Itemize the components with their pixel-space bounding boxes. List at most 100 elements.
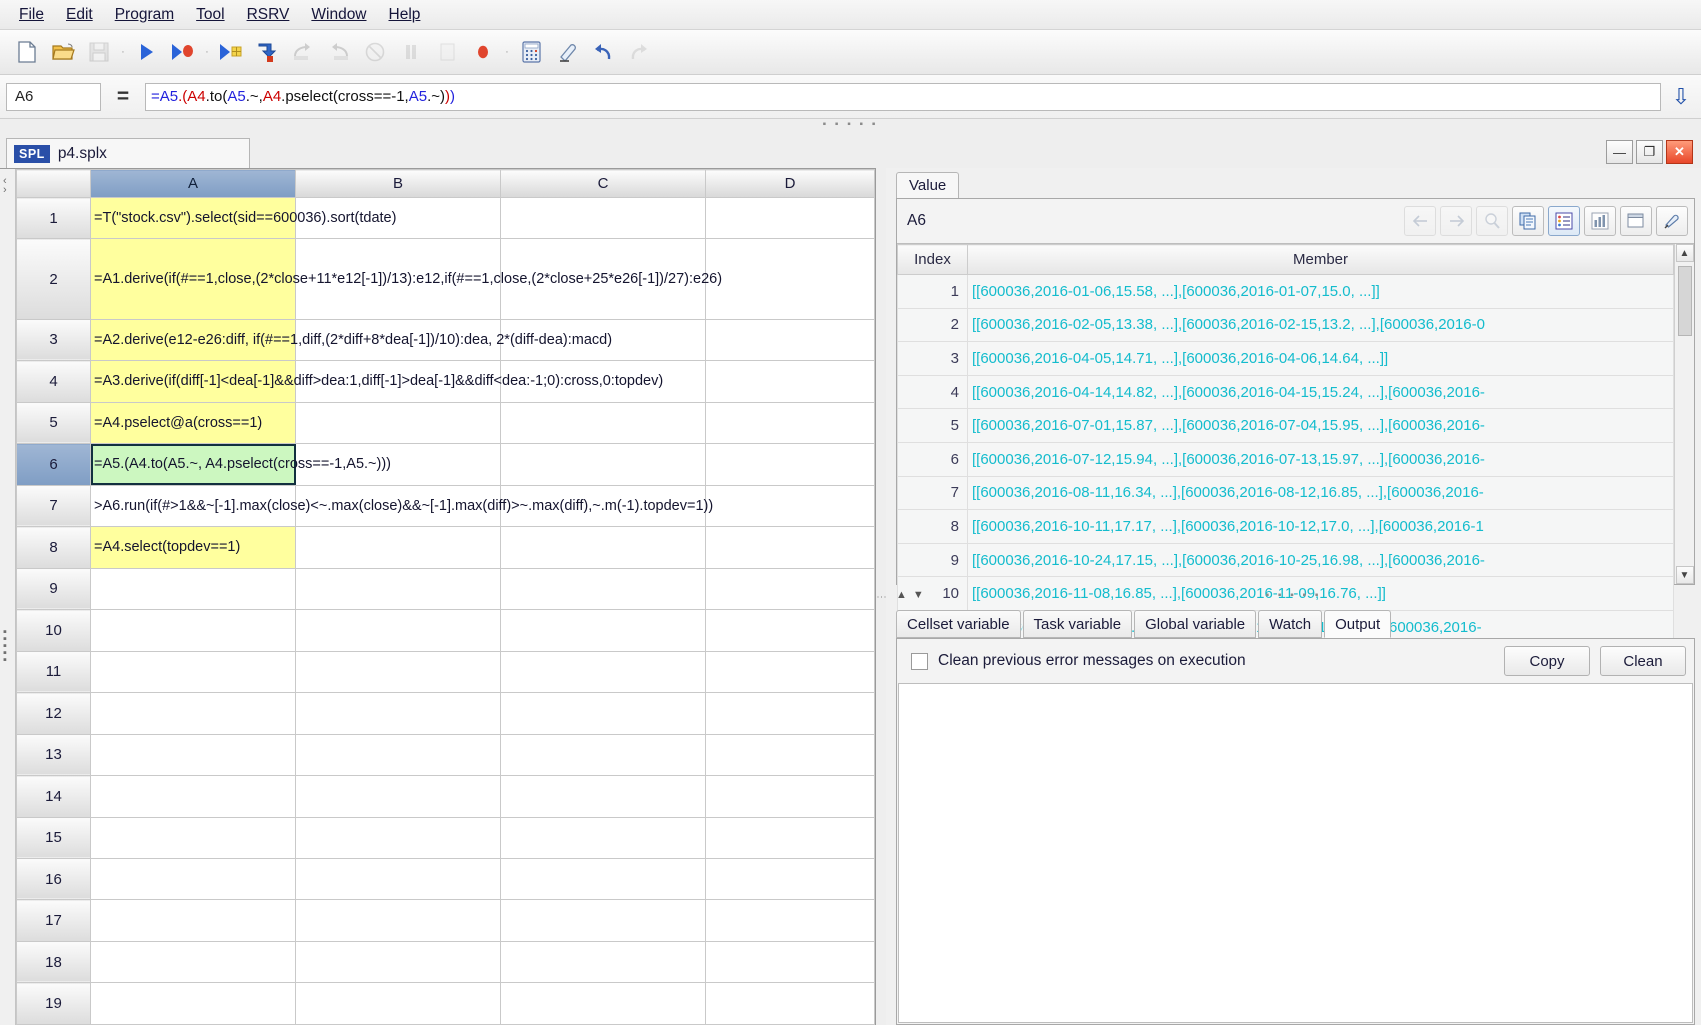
- restore-button[interactable]: ❐: [1636, 140, 1663, 164]
- vertical-splitter[interactable]: ⋮: [876, 168, 886, 1025]
- cell-a13[interactable]: [91, 734, 296, 775]
- cell-d4[interactable]: [706, 361, 875, 402]
- cell-a2[interactable]: =A1.derive(if(#==1,close,(2*close+11*e12…: [91, 239, 296, 319]
- cell-c13[interactable]: [501, 734, 706, 775]
- list-item[interactable]: 7[[600036,2016-08-11,16.34, ...],[600036…: [898, 476, 1674, 510]
- cell-d3[interactable]: [706, 319, 875, 360]
- cell-a4[interactable]: =A3.derive(if(diff[-1]<dea[-1]&&diff>dea…: [91, 361, 296, 402]
- open-folder-icon[interactable]: [46, 35, 80, 69]
- cell-c6[interactable]: [501, 444, 706, 485]
- tab-value[interactable]: Value: [896, 172, 959, 198]
- cell-a7[interactable]: >A6.run(if(#>1&&~[-1].max(close)<~.max(c…: [91, 485, 296, 526]
- execute-to-cursor-icon[interactable]: [250, 35, 284, 69]
- cell-b15[interactable]: [296, 817, 501, 858]
- row-header-14[interactable]: 14: [17, 776, 91, 817]
- cell-d18[interactable]: [706, 941, 875, 982]
- menu-file[interactable]: File: [8, 3, 55, 27]
- cell-a3[interactable]: =A2.derive(e12-e26:diff, if(#==1,diff,(2…: [91, 319, 296, 360]
- row-header-2[interactable]: 2: [17, 239, 91, 319]
- chart-icon[interactable]: [1584, 206, 1616, 236]
- list-item[interactable]: 8[[600036,2016-10-11,17.17, ...],[600036…: [898, 510, 1674, 544]
- minimize-button[interactable]: —: [1606, 140, 1633, 164]
- cell-a1[interactable]: =T("stock.csv").select(sid==600036).sort…: [91, 198, 296, 239]
- row-header-5[interactable]: 5: [17, 402, 91, 443]
- list-item[interactable]: 6[[600036,2016-07-12,15.94, ...],[600036…: [898, 442, 1674, 476]
- breakpoint-icon[interactable]: [466, 35, 500, 69]
- column-header-c[interactable]: C: [501, 170, 706, 198]
- row-header-16[interactable]: 16: [17, 858, 91, 899]
- row-header-9[interactable]: 9: [17, 568, 91, 609]
- cell-d6[interactable]: [706, 444, 875, 485]
- scroll-up-icon[interactable]: ▲: [1676, 244, 1694, 262]
- cell-d17[interactable]: [706, 900, 875, 941]
- row-header-4[interactable]: 4: [17, 361, 91, 402]
- tab-task-variable[interactable]: Task variable: [1023, 610, 1133, 638]
- cell-b9[interactable]: [296, 568, 501, 609]
- gutter-handle-mid[interactable]: ▪▪▪▪▪: [3, 629, 7, 664]
- step-icon[interactable]: [214, 35, 248, 69]
- cell-a17[interactable]: [91, 900, 296, 941]
- clean-button[interactable]: Clean: [1600, 646, 1686, 676]
- cell-a14[interactable]: [91, 776, 296, 817]
- cell-a10[interactable]: [91, 610, 296, 651]
- cell-a19[interactable]: [91, 983, 296, 1025]
- row-header-3[interactable]: 3: [17, 319, 91, 360]
- document-tab[interactable]: SPL p4.splx: [6, 138, 250, 168]
- cell-c18[interactable]: [501, 941, 706, 982]
- cell-d7[interactable]: [706, 485, 875, 526]
- cell-d16[interactable]: [706, 858, 875, 899]
- cell-d19[interactable]: [706, 983, 875, 1025]
- tab-cellset-variable[interactable]: Cellset variable: [896, 610, 1021, 638]
- cell-c17[interactable]: [501, 900, 706, 941]
- cell-d11[interactable]: [706, 651, 875, 692]
- cell-d14[interactable]: [706, 776, 875, 817]
- formula-input[interactable]: =A5.(A4.to(A5.~, A4.pselect(cross==-1,A5…: [145, 83, 1661, 111]
- cell-d8[interactable]: [706, 527, 875, 568]
- cell-c11[interactable]: [501, 651, 706, 692]
- cell-b19[interactable]: [296, 983, 501, 1025]
- list-item[interactable]: 9[[600036,2016-10-24,17.15, ...],[600036…: [898, 543, 1674, 577]
- cell-b13[interactable]: [296, 734, 501, 775]
- scroll-thumb[interactable]: [1678, 266, 1692, 336]
- debug-icon[interactable]: [166, 35, 200, 69]
- list-item[interactable]: 5[[600036,2016-07-01,15.87, ...],[600036…: [898, 409, 1674, 443]
- window-icon[interactable]: [1620, 206, 1652, 236]
- tab-output[interactable]: Output: [1324, 610, 1391, 638]
- cell-d9[interactable]: [706, 568, 875, 609]
- cell-d10[interactable]: [706, 610, 875, 651]
- row-header-15[interactable]: 15: [17, 817, 91, 858]
- cell-c9[interactable]: [501, 568, 706, 609]
- eraser-icon[interactable]: [550, 35, 584, 69]
- cell-c19[interactable]: [501, 983, 706, 1025]
- list-view-icon[interactable]: [1548, 206, 1580, 236]
- horizontal-splitter[interactable]: ▪ ▪ ▪ ▪ ▪: [0, 119, 1701, 130]
- cell-c8[interactable]: [501, 527, 706, 568]
- row-header-6[interactable]: 6: [17, 444, 91, 485]
- cell-c14[interactable]: [501, 776, 706, 817]
- select-all-corner[interactable]: [17, 170, 91, 198]
- menu-tool[interactable]: Tool: [185, 3, 235, 27]
- cell-reference-input[interactable]: A6: [6, 83, 101, 111]
- cell-b12[interactable]: [296, 693, 501, 734]
- cell-a11[interactable]: [91, 651, 296, 692]
- forward-arrow-icon[interactable]: [1440, 206, 1472, 236]
- cell-c1[interactable]: [501, 198, 706, 239]
- column-header-b[interactable]: B: [296, 170, 501, 198]
- back-arrow-icon[interactable]: [1404, 206, 1436, 236]
- cell-c15[interactable]: [501, 817, 706, 858]
- row-header-1[interactable]: 1: [17, 198, 91, 239]
- cell-c12[interactable]: [501, 693, 706, 734]
- row-header-8[interactable]: 8: [17, 527, 91, 568]
- row-header-12[interactable]: 12: [17, 693, 91, 734]
- cell-d12[interactable]: [706, 693, 875, 734]
- panel-splitter[interactable]: ▲ ▼ ▪ ▪ ▪ ▪ ▪: [886, 585, 1701, 605]
- cell-a15[interactable]: [91, 817, 296, 858]
- cell-b14[interactable]: [296, 776, 501, 817]
- menu-window[interactable]: Window: [300, 3, 377, 27]
- cell-b8[interactable]: [296, 527, 501, 568]
- cell-d5[interactable]: [706, 402, 875, 443]
- cell-b18[interactable]: [296, 941, 501, 982]
- new-file-icon[interactable]: [10, 35, 44, 69]
- copy-icon[interactable]: [1512, 206, 1544, 236]
- row-header-19[interactable]: 19: [17, 983, 91, 1025]
